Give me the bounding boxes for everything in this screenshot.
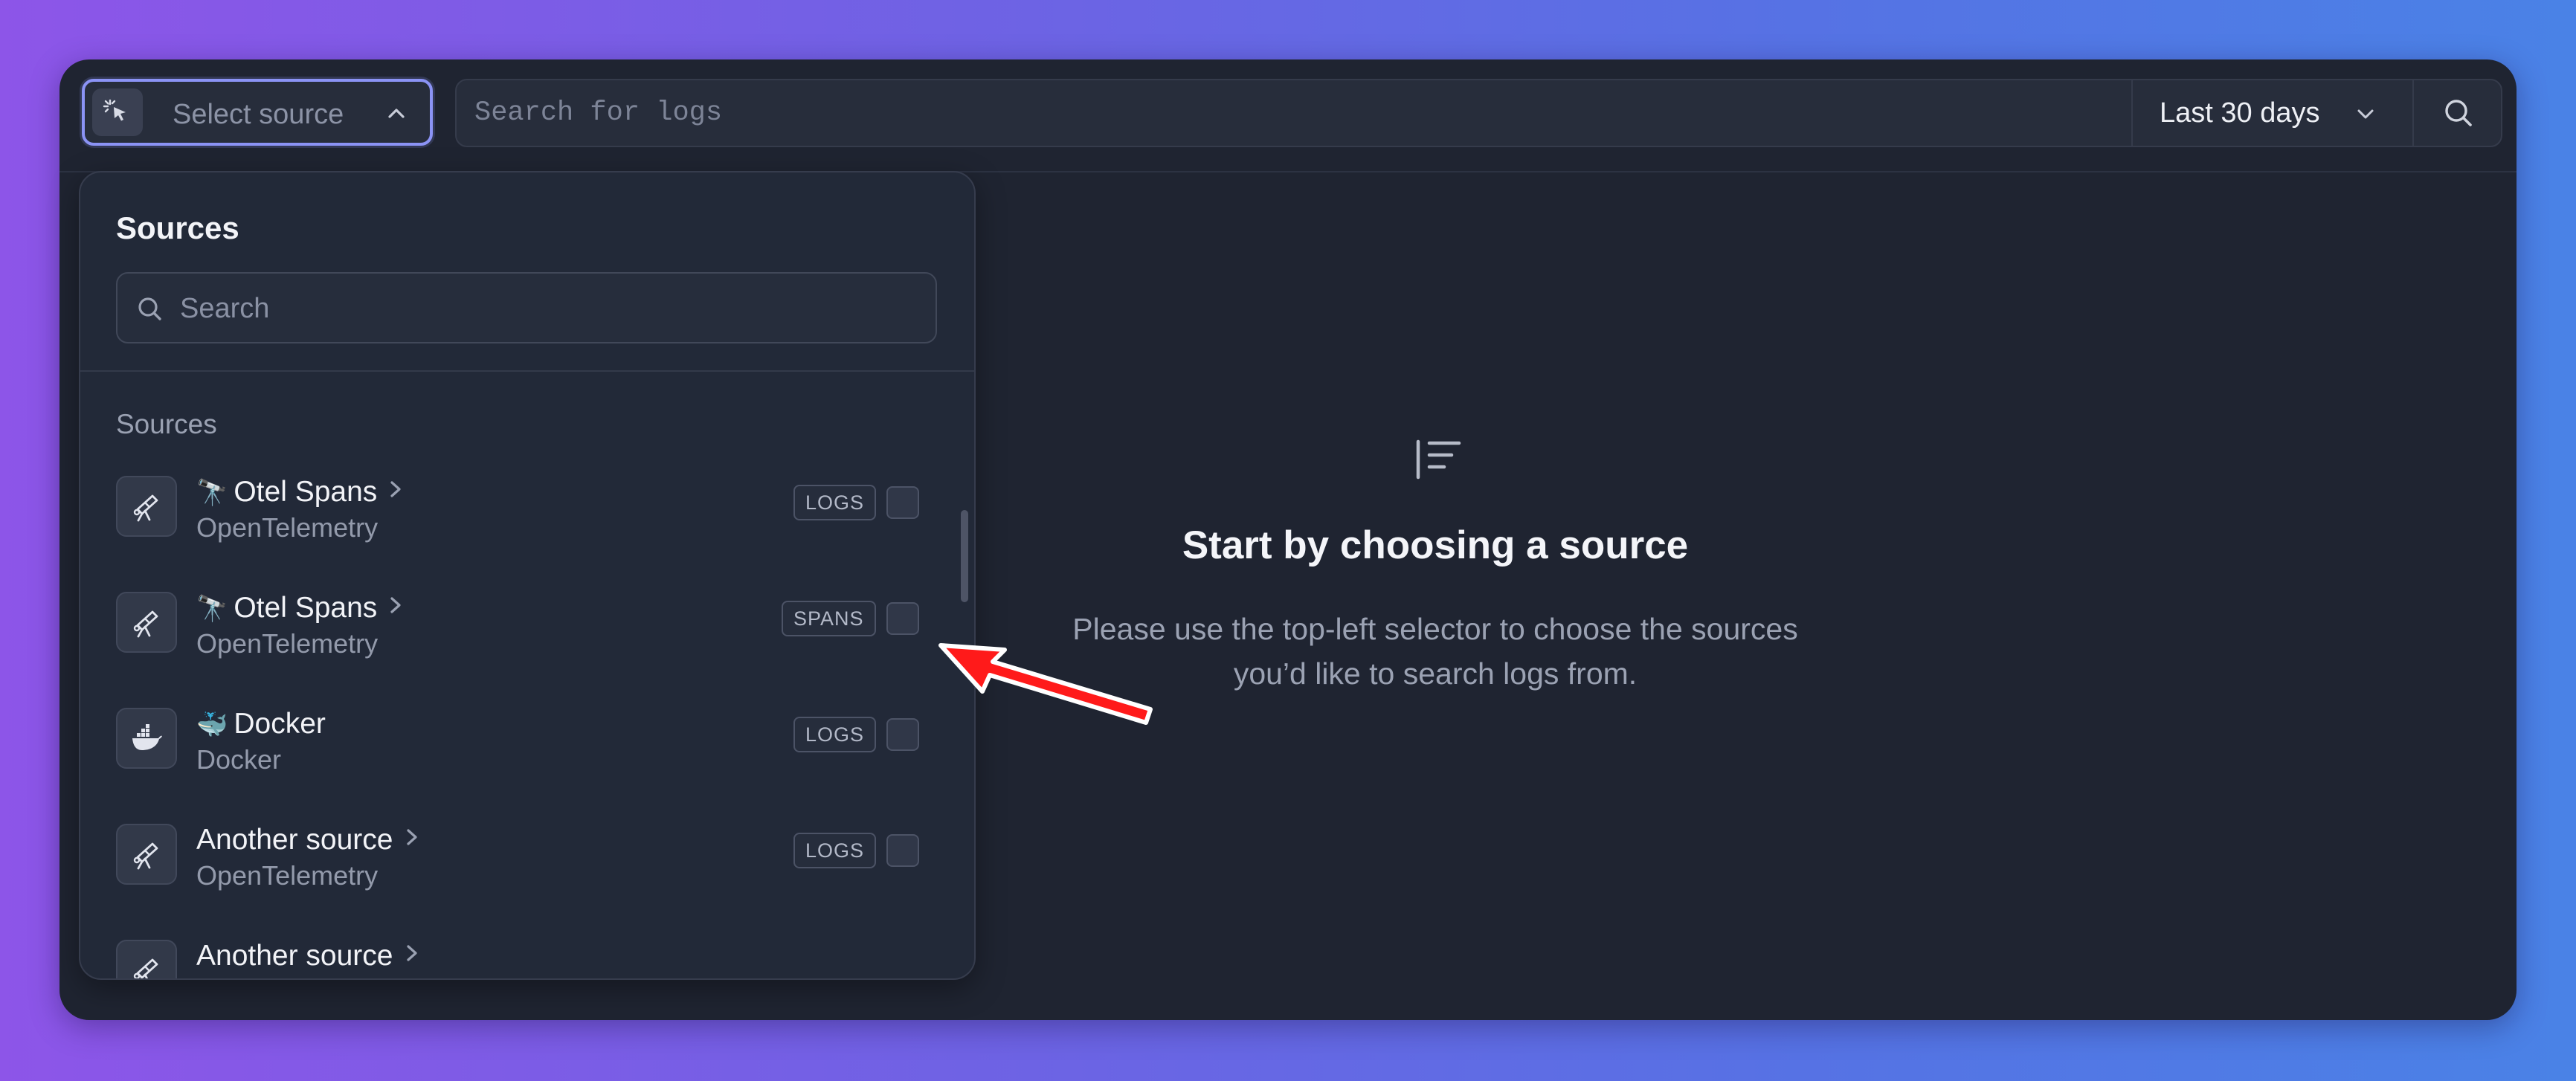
source-kind-badge: LOGS	[793, 485, 877, 520]
source-type: OpenTelemetry	[196, 628, 379, 659]
source-checkbox[interactable]	[886, 718, 919, 751]
source-select-label: Select source	[173, 99, 344, 130]
chevron-right-icon[interactable]	[404, 823, 420, 856]
red-arrow-annotation	[938, 643, 1153, 725]
source-emoji: 🐳	[196, 711, 228, 739]
source-name-text: Another source	[196, 824, 393, 856]
chevron-up-icon	[385, 103, 408, 129]
top-toolbar: Select source Search for logs Last 30 da…	[59, 59, 2517, 172]
telescope-icon	[116, 476, 177, 537]
source-search-placeholder: Search	[180, 293, 270, 324]
chevron-down-icon	[2354, 103, 2377, 129]
source-list-item[interactable]: 🐳 Docker Docker LOGS	[80, 687, 974, 803]
source-name: Another source	[196, 940, 420, 974]
docker-whale-icon	[116, 708, 177, 769]
source-name-text: Otel Spans	[234, 476, 378, 508]
log-search-input[interactable]: Search for logs	[474, 97, 722, 129]
source-emoji: 🔭	[196, 479, 228, 507]
telescope-icon	[116, 824, 177, 885]
scrollbar-thumb[interactable]	[961, 510, 968, 602]
source-list-item[interactable]: 🔭 Otel Spans OpenTelemetry SPANS	[80, 571, 974, 687]
source-kind-badge: SPANS	[782, 601, 876, 636]
source-list-item[interactable]: 🔭 Otel Spans OpenTelemetry LOGS	[80, 455, 974, 571]
source-checkbox[interactable]	[886, 834, 919, 867]
chevron-right-icon[interactable]	[387, 475, 404, 508]
empty-state-description: Please use the top-left selector to choo…	[1072, 612, 1798, 691]
divider	[80, 370, 974, 372]
telescope-icon	[116, 940, 177, 978]
source-name-text: Another source	[196, 940, 393, 972]
align-left-icon	[1414, 439, 1462, 484]
empty-state-title: Start by choosing a source	[1182, 523, 1689, 567]
source-type: Docker	[196, 744, 282, 775]
source-list-item[interactable]: Another source	[80, 919, 974, 978]
source-emoji: 🔭	[196, 595, 228, 623]
query-bar: Search for logs Last 30 days	[455, 79, 2502, 147]
time-range-picker[interactable]: Last 30 days	[2131, 80, 2414, 146]
source-list: 🔭 Otel Spans OpenTelemetry LOGS 🔭 Otel Spans O…	[80, 455, 974, 978]
source-type: OpenTelemetry	[196, 860, 379, 891]
source-name: 🔭 Otel Spans	[196, 476, 404, 510]
section-label: Sources	[116, 409, 217, 439]
telescope-icon	[116, 592, 177, 653]
search-icon	[2445, 100, 2472, 126]
cursor-click-icon	[92, 88, 143, 136]
search-icon	[138, 297, 161, 320]
source-select-button[interactable]: Select source	[82, 79, 433, 146]
source-list-item[interactable]: Another source OpenTelemetry LOGS	[80, 803, 974, 919]
time-range-label: Last 30 days	[2160, 97, 2320, 129]
source-checkbox[interactable]	[886, 486, 919, 519]
source-name: Another source	[196, 824, 420, 858]
source-name: 🐳 Docker	[196, 708, 326, 741]
source-dropdown-panel: Sources Search Sources 🔭 Otel Spans OpenTe…	[79, 171, 976, 980]
source-checkbox[interactable]	[886, 602, 919, 635]
source-kind-badge: LOGS	[793, 717, 877, 752]
search-button[interactable]	[2414, 80, 2502, 146]
source-search-field[interactable]: Search	[116, 272, 937, 343]
source-name-text: Otel Spans	[234, 592, 378, 624]
source-name-text: Docker	[234, 708, 326, 740]
source-type: OpenTelemetry	[196, 512, 379, 543]
chevron-right-icon[interactable]	[404, 939, 420, 972]
source-kind-badge: LOGS	[793, 833, 877, 868]
panel-title: Sources	[116, 210, 239, 245]
source-name: 🔭 Otel Spans	[196, 592, 404, 626]
chevron-right-icon[interactable]	[387, 591, 404, 624]
